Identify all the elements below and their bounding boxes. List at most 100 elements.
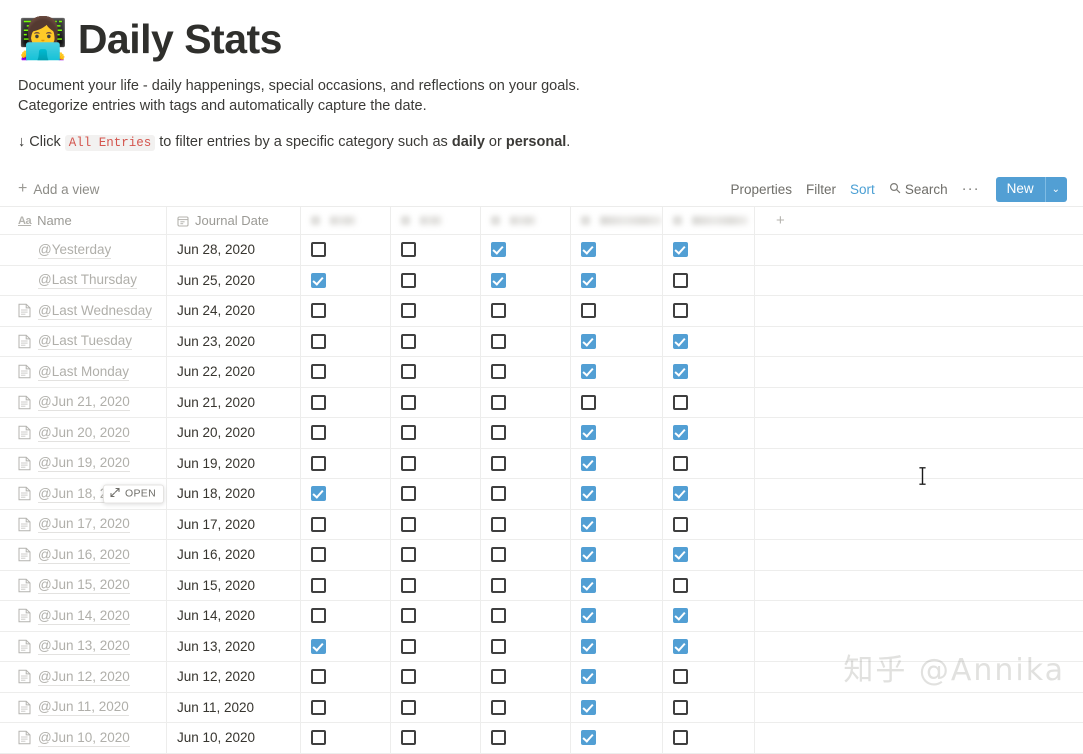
checkbox-checked-icon[interactable]	[673, 333, 688, 349]
row-empty-cell[interactable]	[755, 662, 1083, 692]
row-checkbox-cell-5[interactable]	[663, 723, 755, 753]
row-journal-date-cell[interactable]: Jun 14, 2020	[167, 601, 301, 631]
checkbox-checked-icon[interactable]	[673, 486, 688, 502]
row-checkbox-cell-5[interactable]	[663, 540, 755, 570]
row-checkbox-cell-2[interactable]	[391, 265, 481, 295]
row-checkbox-cell-5[interactable]	[663, 692, 755, 722]
table-row[interactable]: @Jun 10, 2020 Jun 10, 2020	[0, 723, 1083, 754]
checkbox-unchecked-icon[interactable]	[311, 730, 326, 746]
row-checkbox-cell-1[interactable]	[301, 326, 391, 356]
row-checkbox-cell-2[interactable]	[391, 692, 481, 722]
row-checkbox-cell-3[interactable]	[481, 387, 571, 417]
checkbox-unchecked-icon[interactable]	[491, 455, 506, 471]
checkbox-unchecked-icon[interactable]	[311, 333, 326, 349]
row-journal-date-cell[interactable]: Jun 25, 2020	[167, 265, 301, 295]
checkbox-checked-icon[interactable]	[581, 577, 596, 593]
checkbox-unchecked-icon[interactable]	[401, 242, 416, 258]
checkbox-unchecked-icon[interactable]	[401, 577, 416, 593]
row-checkbox-cell-3[interactable]	[481, 265, 571, 295]
row-journal-date-cell[interactable]: Jun 23, 2020	[167, 326, 301, 356]
row-checkbox-cell-3[interactable]	[481, 326, 571, 356]
checkbox-checked-icon[interactable]	[581, 699, 596, 715]
column-header-checkbox-4[interactable]	[571, 207, 663, 234]
row-journal-date-cell[interactable]: Jun 11, 2020	[167, 692, 301, 722]
checkbox-unchecked-icon[interactable]	[401, 333, 416, 349]
row-name-cell[interactable]: @Yesterday	[0, 235, 167, 265]
checkbox-unchecked-icon[interactable]	[401, 638, 416, 654]
row-checkbox-cell-3[interactable]	[481, 357, 571, 387]
row-checkbox-cell-1[interactable]	[301, 448, 391, 478]
checkbox-unchecked-icon[interactable]	[401, 455, 416, 471]
row-checkbox-cell-3[interactable]	[481, 509, 571, 539]
row-name-cell[interactable]: @Last Monday	[0, 357, 167, 387]
checkbox-unchecked-icon[interactable]	[491, 577, 506, 593]
row-checkbox-cell-2[interactable]	[391, 357, 481, 387]
row-checkbox-cell-3[interactable]	[481, 723, 571, 753]
checkbox-unchecked-icon[interactable]	[401, 669, 416, 685]
row-checkbox-cell-2[interactable]	[391, 631, 481, 661]
checkbox-unchecked-icon[interactable]	[491, 425, 506, 441]
row-name-cell[interactable]: @Jun 14, 2020	[0, 601, 167, 631]
row-empty-cell[interactable]	[755, 388, 1083, 418]
checkbox-unchecked-icon[interactable]	[581, 303, 596, 319]
table-row[interactable]: @Jun 13, 2020 Jun 13, 2020	[0, 631, 1083, 662]
checkbox-unchecked-icon[interactable]	[673, 699, 688, 715]
checkbox-checked-icon[interactable]	[673, 425, 688, 441]
row-journal-date-cell[interactable]: Jun 19, 2020	[167, 448, 301, 478]
checkbox-checked-icon[interactable]	[673, 364, 688, 380]
row-checkbox-cell-1[interactable]	[301, 570, 391, 600]
table-row[interactable]: @Jun 12, 2020 Jun 12, 2020	[0, 662, 1083, 693]
row-checkbox-cell-5[interactable]	[663, 235, 755, 265]
checkbox-unchecked-icon[interactable]	[673, 577, 688, 593]
checkbox-checked-icon[interactable]	[673, 608, 688, 624]
checkbox-unchecked-icon[interactable]	[491, 333, 506, 349]
table-row[interactable]: @Jun 11, 2020 Jun 11, 2020	[0, 692, 1083, 723]
row-checkbox-cell-1[interactable]	[301, 357, 391, 387]
row-checkbox-cell-3[interactable]	[481, 662, 571, 692]
row-checkbox-cell-4[interactable]	[571, 662, 663, 692]
checkbox-checked-icon[interactable]	[581, 608, 596, 624]
row-checkbox-cell-5[interactable]	[663, 387, 755, 417]
row-checkbox-cell-3[interactable]	[481, 479, 571, 509]
row-checkbox-cell-5[interactable]	[663, 601, 755, 631]
checkbox-checked-icon[interactable]	[673, 638, 688, 654]
row-checkbox-cell-5[interactable]	[663, 479, 755, 509]
row-checkbox-cell-1[interactable]	[301, 509, 391, 539]
row-journal-date-cell[interactable]: Jun 24, 2020	[167, 296, 301, 326]
checkbox-unchecked-icon[interactable]	[673, 516, 688, 532]
row-checkbox-cell-2[interactable]	[391, 723, 481, 753]
checkbox-unchecked-icon[interactable]	[311, 516, 326, 532]
table-row[interactable]: @Jun 14, 2020 Jun 14, 2020	[0, 601, 1083, 632]
checkbox-checked-icon[interactable]	[673, 242, 688, 258]
column-header-journal-date[interactable]: Journal Date	[167, 207, 301, 234]
row-checkbox-cell-3[interactable]	[481, 296, 571, 326]
row-name-cell[interactable]: @Jun 16, 2020	[0, 540, 167, 570]
checkbox-unchecked-icon[interactable]	[311, 242, 326, 258]
column-header-checkbox-2[interactable]	[391, 207, 481, 234]
row-checkbox-cell-4[interactable]	[571, 357, 663, 387]
checkbox-checked-icon[interactable]	[581, 455, 596, 471]
table-row[interactable]: @Last Thursday Jun 25, 2020	[0, 265, 1083, 296]
row-checkbox-cell-5[interactable]	[663, 509, 755, 539]
row-checkbox-cell-4[interactable]	[571, 418, 663, 448]
row-empty-cell[interactable]	[755, 601, 1083, 631]
row-name-cell[interactable]: @Jun 19, 2020	[0, 448, 167, 478]
checkbox-unchecked-icon[interactable]	[673, 455, 688, 471]
column-header-checkbox-3[interactable]	[481, 207, 571, 234]
row-name-cell[interactable]: @Jun 13, 2020	[0, 631, 167, 661]
row-checkbox-cell-3[interactable]	[481, 235, 571, 265]
row-checkbox-cell-1[interactable]	[301, 235, 391, 265]
row-checkbox-cell-4[interactable]	[571, 387, 663, 417]
table-row[interactable]: @Last Monday Jun 22, 2020	[0, 357, 1083, 388]
row-journal-date-cell[interactable]: Jun 20, 2020	[167, 418, 301, 448]
row-empty-cell[interactable]	[755, 327, 1083, 357]
row-empty-cell[interactable]	[755, 296, 1083, 326]
row-name-cell[interactable]: @Jun 20, 2020	[0, 418, 167, 448]
filter-button[interactable]: Filter	[806, 182, 836, 197]
row-checkbox-cell-4[interactable]	[571, 692, 663, 722]
checkbox-unchecked-icon[interactable]	[311, 364, 326, 380]
checkbox-unchecked-icon[interactable]	[491, 730, 506, 746]
row-empty-cell[interactable]	[755, 510, 1083, 540]
checkbox-unchecked-icon[interactable]	[673, 669, 688, 685]
table-row[interactable]: @Last Wednesday Jun 24, 2020	[0, 296, 1083, 327]
